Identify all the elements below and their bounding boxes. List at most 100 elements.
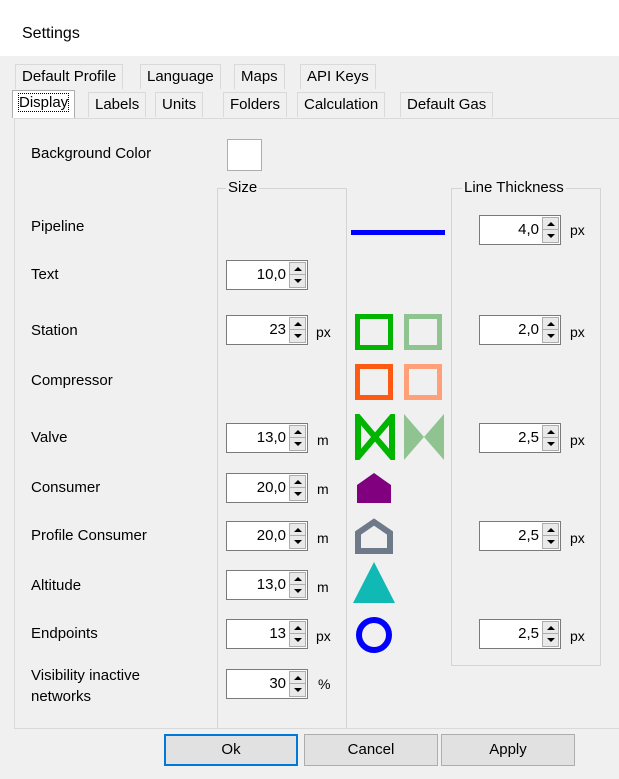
consumer-size-unit: m (317, 481, 329, 497)
stepper-down-button[interactable] (543, 536, 558, 548)
pipeline-thickness-stepper[interactable]: 4,0 (479, 215, 561, 245)
stepper-up-button[interactable] (543, 218, 558, 230)
arrow-up-icon (293, 527, 302, 532)
station-inactive-square-icon[interactable] (404, 314, 442, 350)
stepper-down-button[interactable] (290, 330, 305, 342)
profile-consumer-thickness-stepper[interactable]: 2,5 (479, 521, 561, 551)
text-size-stepper[interactable]: 10,0 (226, 260, 308, 290)
visibility-stepper[interactable]: 30 (226, 669, 308, 699)
station-thickness-value: 2,0 (518, 321, 539, 338)
arrow-down-icon (293, 442, 302, 446)
stepper-down-button[interactable] (543, 634, 558, 646)
text-label: Text (31, 266, 59, 283)
consumer-size-stepper[interactable]: 20,0 (226, 473, 308, 503)
stepper-up-button[interactable] (543, 622, 558, 634)
profile-consumer-house-icon[interactable] (354, 518, 394, 554)
cancel-button[interactable]: Cancel (304, 734, 438, 766)
endpoints-size-unit: px (316, 628, 331, 644)
profile-consumer-size-stepper[interactable]: 20,0 (226, 521, 308, 551)
arrow-up-icon (293, 321, 302, 326)
consumer-size-value: 20,0 (256, 479, 286, 496)
valve-inactive-icon[interactable] (404, 414, 444, 460)
endpoints-thickness-stepper[interactable]: 2,5 (479, 619, 561, 649)
stepper-up-button[interactable] (290, 524, 305, 536)
arrow-up-icon (293, 479, 302, 484)
stepper-up-button[interactable] (543, 318, 558, 330)
stepper-down-button[interactable] (290, 438, 305, 450)
pipeline-line-icon (351, 230, 445, 235)
background-color-swatch[interactable] (227, 139, 262, 171)
arrow-up-icon (546, 527, 555, 532)
compressor-square-icon[interactable] (355, 364, 393, 400)
arrow-up-icon (293, 625, 302, 630)
stepper-down-button[interactable] (290, 275, 305, 287)
valve-size-stepper[interactable]: 13,0 (226, 423, 308, 453)
consumer-label: Consumer (31, 479, 101, 496)
arrow-up-icon (546, 429, 555, 434)
endpoints-circle-icon[interactable] (354, 615, 394, 655)
stepper-up-button[interactable] (290, 426, 305, 438)
endpoints-thickness-unit: px (570, 628, 585, 644)
stepper-buttons (542, 425, 559, 451)
visibility-value: 30 (269, 675, 286, 692)
pipeline-thickness-value: 4,0 (518, 221, 539, 238)
stepper-up-button[interactable] (290, 573, 305, 585)
pipeline-label: Pipeline (31, 218, 85, 235)
stepper-up-button[interactable] (290, 318, 305, 330)
stepper-buttons (542, 217, 559, 243)
stepper-down-button[interactable] (543, 230, 558, 242)
compressor-inactive-square-icon[interactable] (404, 364, 442, 400)
arrow-up-icon (546, 221, 555, 226)
station-size-value: 23 (269, 321, 286, 338)
pipeline-thickness-unit: px (570, 222, 585, 238)
compressor-label: Compressor (31, 372, 113, 389)
endpoints-size-stepper[interactable]: 13 (226, 619, 308, 649)
stepper-down-button[interactable] (290, 585, 305, 597)
stepper-up-button[interactable] (290, 263, 305, 275)
arrow-up-icon (293, 429, 302, 434)
arrow-up-icon (293, 576, 302, 581)
valve-thickness-value: 2,5 (518, 429, 539, 446)
stepper-buttons (542, 317, 559, 343)
stepper-down-button[interactable] (290, 488, 305, 500)
altitude-triangle-icon[interactable] (352, 560, 396, 604)
visibility-label-line2: networks (31, 688, 92, 705)
valve-icon[interactable] (355, 414, 395, 460)
stepper-down-button[interactable] (543, 330, 558, 342)
text-size-value: 10,0 (256, 266, 286, 283)
arrow-down-icon (293, 688, 302, 692)
endpoints-label: Endpoints (31, 625, 98, 642)
arrow-up-icon (546, 625, 555, 630)
stepper-buttons (289, 523, 306, 549)
stepper-up-button[interactable] (290, 476, 305, 488)
stepper-down-button[interactable] (290, 684, 305, 696)
arrow-down-icon (546, 234, 555, 238)
valve-thickness-stepper[interactable]: 2,5 (479, 423, 561, 453)
station-thickness-unit: px (570, 324, 585, 340)
altitude-size-value: 13,0 (256, 576, 286, 593)
station-size-stepper[interactable]: 23 (226, 315, 308, 345)
stepper-buttons (289, 475, 306, 501)
apply-button[interactable]: Apply (441, 734, 575, 766)
station-square-icon[interactable] (355, 314, 393, 350)
ok-button[interactable]: Ok (164, 734, 298, 766)
profile-consumer-thickness-unit: px (570, 530, 585, 546)
stepper-buttons (542, 523, 559, 549)
stepper-up-button[interactable] (290, 622, 305, 634)
stepper-buttons (289, 317, 306, 343)
stepper-buttons (289, 262, 306, 288)
altitude-size-stepper[interactable]: 13,0 (226, 570, 308, 600)
stepper-down-button[interactable] (290, 634, 305, 646)
endpoints-size-value: 13 (269, 625, 286, 642)
profile-consumer-size-value: 20,0 (256, 527, 286, 544)
consumer-house-icon[interactable] (356, 472, 392, 504)
stepper-up-button[interactable] (290, 672, 305, 684)
arrow-down-icon (293, 279, 302, 283)
altitude-label: Altitude (31, 577, 82, 594)
stepper-up-button[interactable] (543, 524, 558, 536)
stepper-up-button[interactable] (543, 426, 558, 438)
stepper-buttons (289, 425, 306, 451)
stepper-down-button[interactable] (543, 438, 558, 450)
stepper-down-button[interactable] (290, 536, 305, 548)
station-thickness-stepper[interactable]: 2,0 (479, 315, 561, 345)
